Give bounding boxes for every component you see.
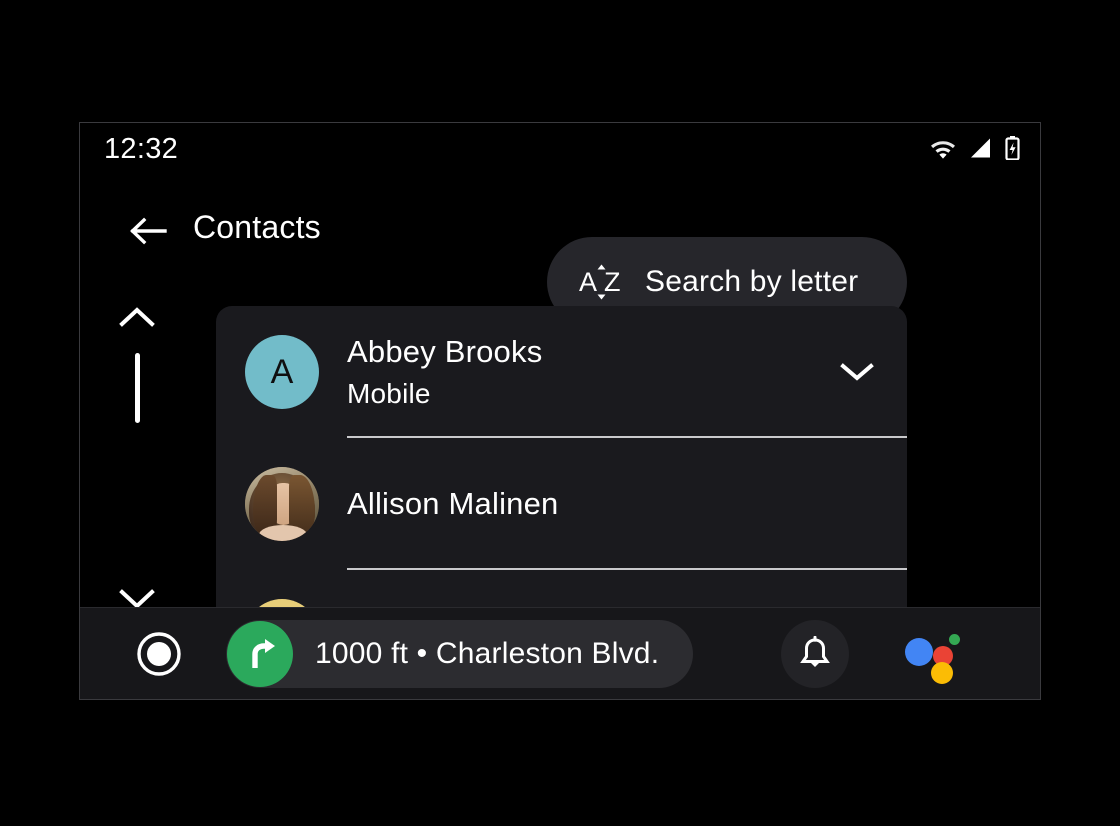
svg-text:A: A: [579, 267, 597, 297]
battery-charging-icon: [1005, 136, 1020, 160]
google-assistant-button[interactable]: [905, 630, 965, 684]
contact-name: Abbey Brooks: [347, 334, 543, 369]
bell-icon: [800, 635, 831, 667]
home-circle-icon: [137, 631, 181, 676]
sort-alpha-az-icon: A Z: [579, 264, 621, 300]
assistant-dot-green: [949, 633, 961, 645]
search-by-letter-label: Search by letter: [645, 265, 859, 298]
app-bar: Contacts A Z Search by letter: [80, 179, 1040, 327]
chevron-up-icon: [119, 307, 155, 327]
contact-subtitle: Mobile: [347, 378, 431, 409]
list-item-texts: Abbey Brooks Mobile: [347, 334, 829, 410]
scrollbar-thumb[interactable]: [135, 353, 140, 423]
avatar: A: [245, 335, 319, 409]
assistant-dot-blue: [905, 637, 934, 666]
avatar-initial: A: [270, 352, 294, 391]
page-title: Contacts: [193, 209, 321, 245]
home-button[interactable]: [136, 631, 182, 677]
back-button[interactable]: [120, 203, 176, 259]
avatar-photo-shoulder: [259, 525, 307, 541]
car-head-unit-panel: 12:32 Contacts A Z Search by letter A Ab…: [79, 122, 1041, 700]
status-clock: 12:32: [104, 133, 179, 165]
status-icon-group: [929, 136, 1020, 160]
back-arrow-icon: [130, 217, 167, 245]
list-item[interactable]: Allison Malinen: [216, 438, 907, 570]
chevron-down-icon: [840, 363, 874, 381]
maneuver-badge: [227, 620, 293, 687]
list-item-texts: Allison Malinen: [347, 486, 829, 522]
avatar: [245, 467, 319, 541]
list-item[interactable]: A Abbey Brooks Mobile: [216, 306, 907, 438]
navigation-text: 1000 ft • Charleston Blvd.: [315, 636, 660, 670]
screenshot-root: 12:32 Contacts A Z Search by letter A Ab…: [0, 0, 1120, 826]
navigation-status-pill[interactable]: 1000 ft • Charleston Blvd.: [226, 619, 694, 688]
contact-name: Allison Malinen: [347, 486, 559, 521]
expand-contact-button[interactable]: [829, 360, 885, 384]
turn-right-icon: [252, 638, 275, 668]
cell-signal-icon: [971, 138, 990, 158]
bottom-navigation-bar: 1000 ft • Charleston Blvd.: [80, 607, 1040, 699]
wifi-icon: [931, 141, 955, 159]
notifications-button[interactable]: [781, 619, 850, 688]
scroll-up-button[interactable]: [119, 303, 155, 333]
svg-text:Z: Z: [604, 267, 621, 297]
assistant-dot-yellow: [931, 661, 954, 684]
status-bar: 12:32: [80, 123, 1040, 179]
